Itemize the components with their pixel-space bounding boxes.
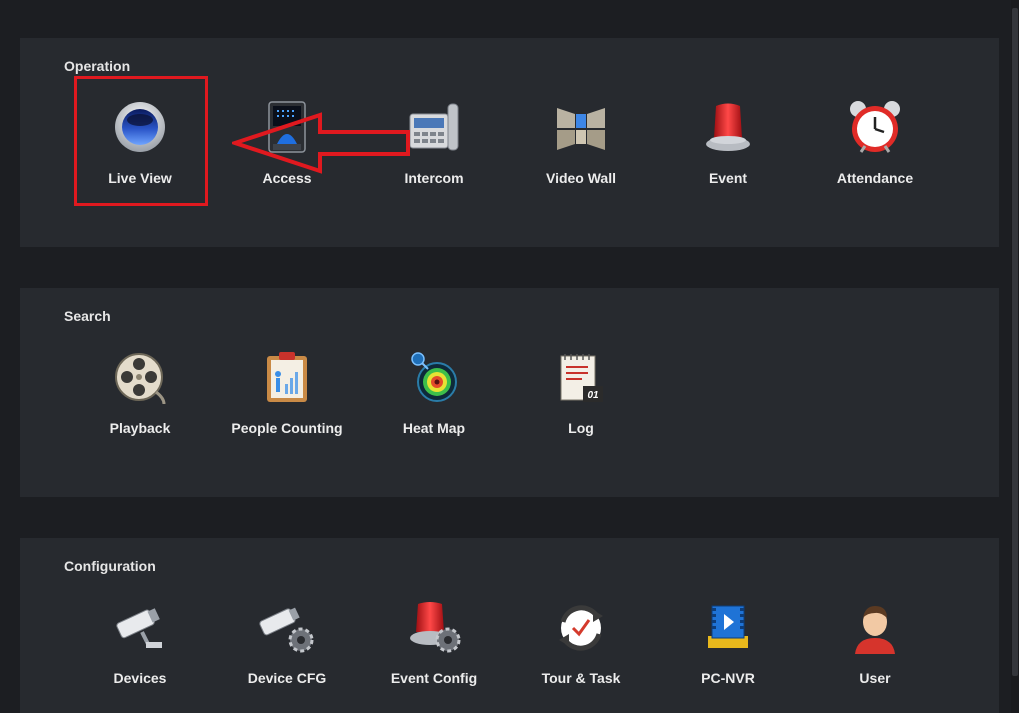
log-icon: 01	[560, 354, 603, 402]
search-panel: Search Playback People Counting Heat Map…	[20, 288, 999, 497]
tile-label: Devices	[113, 670, 167, 686]
tile-log[interactable]: 01 Log	[511, 348, 651, 448]
tile-event-config[interactable]: Event Config	[364, 598, 504, 698]
tile-device-cfg[interactable]: Device CFG	[217, 598, 357, 698]
device-cfg-icon	[259, 607, 314, 653]
tile-people-counting[interactable]: People Counting	[217, 348, 357, 448]
tile-pc-nvr[interactable]: PC-NVR	[658, 598, 798, 698]
tile-label: Event	[708, 170, 748, 186]
tile-devices[interactable]: Devices	[70, 598, 210, 698]
tile-label: Device CFG	[247, 670, 327, 686]
scrollbar[interactable]	[1011, 0, 1019, 713]
tile-label: User	[859, 670, 891, 686]
section-title-search: Search	[64, 308, 111, 324]
tile-heat-map[interactable]: Heat Map	[364, 348, 504, 448]
tile-label: PC-NVR	[701, 670, 755, 686]
event-icon	[706, 103, 750, 151]
attendance-icon	[850, 101, 900, 153]
tile-video-wall[interactable]: Video Wall	[511, 98, 651, 198]
event-config-icon	[410, 602, 461, 653]
annotation-arrow-icon	[232, 112, 410, 174]
configuration-panel: Configuration Devices Device CFG Event C…	[20, 538, 999, 713]
log-icon-text: 01	[587, 390, 599, 401]
tour-task-icon	[559, 605, 603, 651]
user-icon	[855, 606, 895, 654]
playback-icon	[115, 353, 166, 405]
section-title-operation: Operation	[64, 58, 131, 74]
tile-playback[interactable]: Playback	[70, 348, 210, 448]
tile-tour-task[interactable]: Tour & Task	[511, 598, 651, 698]
intercom-icon	[409, 103, 459, 151]
tile-attendance[interactable]: Attendance	[805, 98, 945, 198]
tile-label: Video Wall	[545, 170, 616, 186]
tile-label: Attendance	[836, 170, 914, 186]
tile-label: Heat Map	[402, 420, 466, 436]
tile-label: Playback	[109, 420, 171, 436]
tile-user[interactable]: User	[805, 598, 945, 698]
tile-label: Tour & Task	[541, 670, 621, 686]
tile-label: Event Config	[390, 670, 478, 686]
people-counting-icon	[267, 352, 307, 402]
scrollbar-thumb[interactable]	[1012, 8, 1018, 676]
video-wall-icon	[557, 108, 605, 150]
tile-label: Log	[568, 420, 594, 436]
tile-label: People Counting	[231, 420, 343, 436]
heat-map-icon	[411, 352, 457, 402]
tile-event[interactable]: Event	[658, 98, 798, 198]
pc-nvr-icon	[708, 605, 748, 648]
section-title-configuration: Configuration	[64, 558, 156, 574]
annotation-highlight-box	[74, 76, 208, 206]
devices-icon	[116, 608, 162, 648]
